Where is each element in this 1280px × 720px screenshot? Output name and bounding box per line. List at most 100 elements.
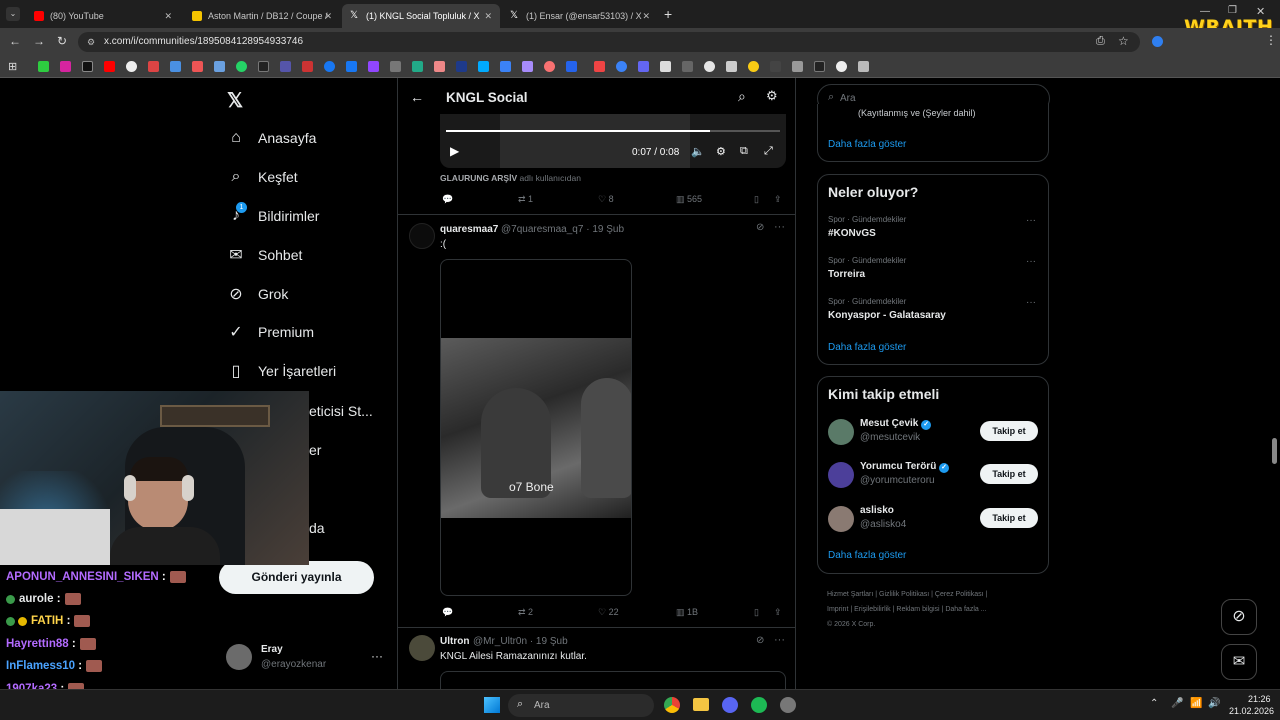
bookmark-icon[interactable]: [368, 61, 379, 72]
footer-link[interactable]: Gizlilik Politikası: [879, 591, 929, 598]
grok-float-button[interactable]: ⊘: [1221, 599, 1257, 635]
bookmark-icon[interactable]: [390, 61, 401, 72]
more-icon[interactable]: ···: [774, 221, 785, 233]
post-author[interactable]: quaresmaa7: [440, 224, 498, 235]
show-more-link[interactable]: Daha fazla göster: [828, 139, 906, 150]
tab-search-button[interactable]: ⌄: [6, 7, 20, 21]
discord-icon[interactable]: [722, 697, 738, 713]
bookmark-icon[interactable]: ▯: [754, 607, 759, 618]
bookmark-icon[interactable]: [544, 61, 555, 72]
bookmark-icon[interactable]: [258, 61, 269, 72]
apps-icon[interactable]: ⊞: [8, 60, 17, 73]
spotify-icon[interactable]: [751, 697, 767, 713]
avatar[interactable]: [409, 635, 435, 661]
bookmark-icon[interactable]: [500, 61, 511, 72]
bookmark-icon[interactable]: [60, 61, 71, 72]
account-switcher[interactable]: Eray @erayozkenar ···: [226, 642, 386, 674]
bookmark-icon[interactable]: [660, 61, 671, 72]
grok-icon[interactable]: ⊘: [756, 222, 764, 233]
install-icon[interactable]: ⎙: [1096, 35, 1105, 48]
bookmark-icon[interactable]: [82, 61, 93, 72]
bookmark-icon[interactable]: [522, 61, 533, 72]
nav-explore[interactable]: ⌕ Keşfet: [226, 167, 298, 187]
forward-icon[interactable]: →: [33, 34, 45, 48]
bookmark-icon[interactable]: [126, 61, 137, 72]
trend-item[interactable]: Spor · Gündemdekiler #KONvGS ···: [828, 215, 1040, 253]
bookmark-icon[interactable]: [280, 61, 291, 72]
avatar[interactable]: [828, 419, 854, 445]
footer-link[interactable]: Imprint: [827, 606, 848, 613]
close-icon[interactable]: ✕: [164, 11, 172, 22]
scrollbar-thumb[interactable]: [1272, 438, 1277, 464]
address-bar[interactable]: ⚙ x.com/i/communities/189508412895493374…: [78, 32, 1140, 52]
follow-suggestion[interactable]: Mesut Çevik ✓ @mesutcevik Takip et: [828, 417, 1040, 449]
nav-home[interactable]: ⌂ Anasayfa: [226, 128, 316, 148]
clock-date[interactable]: 21.02.2026: [1229, 706, 1274, 716]
retweet-button[interactable]: ⇄ 1: [518, 194, 533, 205]
site-info-icon[interactable]: ⚙: [87, 32, 95, 52]
nav-bookmarks[interactable]: ▯ Yer İşaretleri: [226, 361, 336, 381]
follow-button[interactable]: Takip et: [980, 421, 1038, 441]
bookmark-icon[interactable]: [192, 61, 203, 72]
tab-aston[interactable]: Aston Martin / DB12 / Coupe / ✕: [184, 4, 340, 28]
bookmark-icon[interactable]: [814, 61, 825, 72]
bookmark-icon[interactable]: [726, 61, 737, 72]
bookmark-icon[interactable]: [214, 61, 225, 72]
bookmark-icon[interactable]: [682, 61, 693, 72]
close-icon[interactable]: ✕: [484, 11, 492, 22]
nav-notifications[interactable]: ♪ 1 Bildirimler: [226, 202, 319, 226]
share-icon[interactable]: ⇪: [774, 194, 782, 205]
footer-link[interactable]: Daha fazla ...: [945, 606, 986, 613]
x-logo-icon[interactable]: 𝕏: [227, 88, 243, 113]
like-button[interactable]: ♡ 22: [598, 607, 619, 618]
bookmark-icon[interactable]: [566, 61, 577, 72]
avatar[interactable]: [828, 462, 854, 488]
windows-start-icon[interactable]: [484, 697, 500, 713]
video-player[interactable]: ▶ 0:07 / 0:08 🔈 ⚙ ⧉ ⤢: [440, 114, 786, 168]
views-count[interactable]: ▥ 565: [676, 194, 702, 205]
footer-link[interactable]: Erişilebilirlik: [854, 606, 891, 613]
nav-partial-label[interactable]: da: [309, 520, 325, 536]
post[interactable]: Ultron @Mr_Ultr0n · 19 Şub ⊘ ··· KNGL Ai…: [398, 628, 795, 691]
footer-link[interactable]: Reklam bilgisi: [896, 606, 939, 613]
bookmark-icon[interactable]: [236, 61, 247, 72]
back-arrow-icon[interactable]: ←: [410, 89, 424, 105]
show-more-link[interactable]: Daha fazla göster: [828, 342, 906, 353]
pip-icon[interactable]: ⧉: [740, 145, 748, 158]
bookmark-icon[interactable]: [324, 61, 335, 72]
trend-item[interactable]: Spor · Gündemdekiler Konyaspor - Galatas…: [828, 297, 1040, 335]
mic-icon[interactable]: 🎤: [1171, 698, 1183, 709]
bookmark-icon[interactable]: [704, 61, 715, 72]
bookmark-icon[interactable]: [104, 61, 115, 72]
close-icon[interactable]: ✕: [642, 11, 650, 22]
bookmark-icon[interactable]: [170, 61, 181, 72]
footer-link[interactable]: Çerez Politikası: [935, 591, 984, 598]
bookmark-icon[interactable]: [38, 61, 49, 72]
chevron-up-icon[interactable]: ⌃: [1150, 698, 1158, 709]
file-explorer-icon[interactable]: [693, 698, 709, 711]
bookmark-icon[interactable]: [770, 61, 781, 72]
avatar[interactable]: [409, 223, 435, 249]
post[interactable]: quaresmaa7 @7quaresmaa_q7 · 19 Şub ⊘ ···…: [398, 215, 795, 626]
nav-partial-label[interactable]: er: [309, 442, 321, 458]
bookmark-icon[interactable]: [748, 61, 759, 72]
video-settings-icon[interactable]: ⚙: [716, 145, 726, 158]
more-icon[interactable]: ···: [1026, 215, 1036, 226]
tab-kngl-social[interactable]: 𝕏 (1) KNGL Social Topluluk / X ✕: [342, 4, 500, 28]
reload-icon[interactable]: ↻: [57, 34, 67, 48]
avatar[interactable]: [828, 506, 854, 532]
reply-icon[interactable]: 💬: [442, 194, 453, 205]
fullscreen-icon[interactable]: ⤢: [764, 145, 773, 158]
maximize-icon[interactable]: ❐: [1228, 5, 1237, 16]
trend-item[interactable]: Spor · Gündemdekiler Torreira ···: [828, 256, 1040, 294]
bookmark-icon[interactable]: [456, 61, 467, 72]
bookmark-icon[interactable]: [478, 61, 489, 72]
bookmark-icon[interactable]: [836, 61, 847, 72]
back-icon[interactable]: ←: [9, 34, 21, 48]
wifi-icon[interactable]: 📶: [1190, 698, 1202, 709]
nav-messages[interactable]: ✉ Sohbet: [226, 245, 302, 265]
messages-float-button[interactable]: ✉: [1221, 644, 1257, 680]
bookmark-icon[interactable]: [412, 61, 423, 72]
follow-button[interactable]: Takip et: [980, 464, 1038, 484]
more-icon[interactable]: ···: [1026, 256, 1036, 267]
